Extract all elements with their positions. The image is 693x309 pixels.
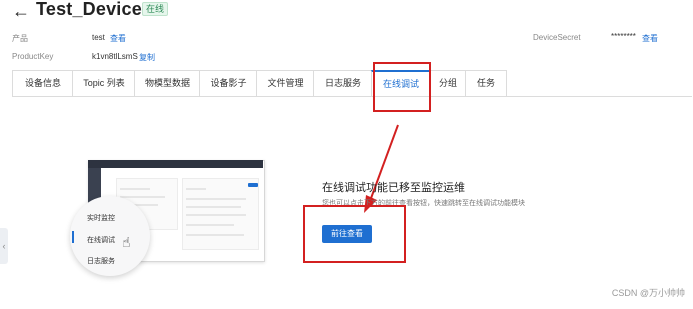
menu-item-realtime-monitor: 实时监控 — [87, 215, 115, 222]
devicesecret-view-link[interactable]: 查看 — [642, 33, 658, 44]
product-label: 产品 — [12, 34, 28, 43]
tab-group[interactable]: 分组 — [429, 70, 467, 96]
tab-file-management[interactable]: 文件管理 — [256, 70, 315, 96]
illustration-topbar — [88, 160, 263, 168]
tab-device-shadow[interactable]: 设备影子 — [199, 70, 258, 96]
side-collapse-handle[interactable]: ‹ — [0, 228, 8, 264]
menu-item-online-debug: 在线调试 — [87, 237, 115, 244]
illustration-button — [248, 183, 258, 187]
devicesecret-value: ******** — [611, 32, 636, 41]
button-highlight-box — [303, 205, 406, 263]
back-arrow-icon[interactable]: ← — [12, 2, 30, 20]
tab-topic-list[interactable]: Topic 列表 — [72, 70, 136, 96]
productkey-label: ProductKey — [12, 52, 54, 61]
device-title: Test_Device — [36, 0, 142, 19]
product-view-link[interactable]: 查看 — [110, 33, 126, 44]
devicesecret-label: DeviceSecret — [533, 33, 581, 42]
watermark: CSDN @万小帅帅 — [611, 288, 685, 298]
menu-item-log-service: 日志服务 — [87, 258, 115, 265]
tab-thing-model-data[interactable]: 物模型数据 — [134, 70, 201, 96]
tab-device-info[interactable]: 设备信息 — [12, 70, 74, 96]
status-badge: 在线 — [142, 2, 169, 16]
menu-active-indicator — [72, 231, 74, 243]
notice-headline: 在线调试功能已移至监控运维 — [322, 182, 465, 194]
tab-task[interactable]: 任务 — [465, 70, 507, 96]
product-value: test — [92, 33, 105, 42]
productkey-copy-link[interactable]: 复制 — [139, 52, 155, 63]
tab-log-service[interactable]: 日志服务 — [313, 70, 373, 96]
pointer-hand-icon: ☝ — [122, 234, 131, 250]
productkey-value: k1vn8tlLsmS — [92, 52, 138, 61]
